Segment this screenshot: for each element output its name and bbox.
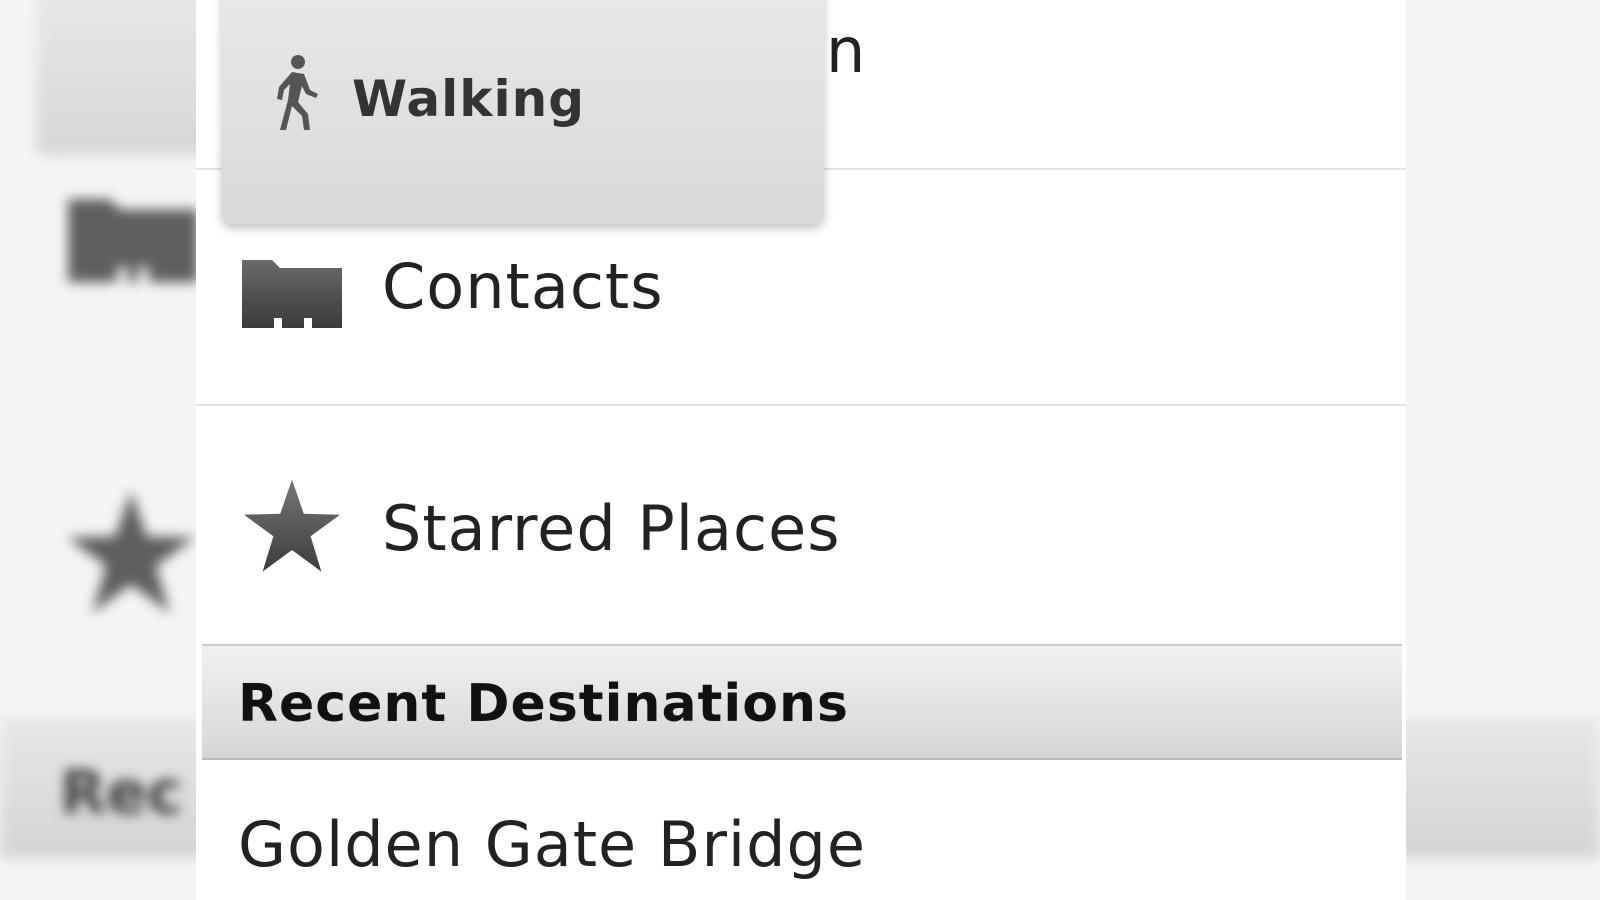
screen: Rec n Contacts Starred Places Recent Des… <box>0 0 1600 900</box>
recent-destination-label: Golden Gate Bridge <box>238 808 867 881</box>
background-star-icon <box>67 490 195 613</box>
starred-places-label: Starred Places <box>382 492 841 565</box>
background-header-fragment: Rec <box>60 758 183 828</box>
travel-mode-option-walking[interactable]: Walking <box>222 30 824 160</box>
partial-item-label: n <box>826 14 866 87</box>
travel-mode-popup: Walking <box>222 0 824 224</box>
contacts-label: Contacts <box>382 250 664 323</box>
background-folder-icon <box>68 199 198 283</box>
section-header-label: Recent Destinations <box>238 674 849 734</box>
recent-destination-item[interactable]: Golden Gate Bridge <box>202 760 1402 900</box>
recent-destinations-header: Recent Destinations <box>202 644 1402 760</box>
walking-icon <box>264 54 324 134</box>
list-item-starred-places[interactable]: Starred Places <box>196 406 1406 642</box>
contacts-folder-icon <box>242 242 342 342</box>
walking-label: Walking <box>352 70 586 128</box>
star-icon <box>242 476 342 576</box>
